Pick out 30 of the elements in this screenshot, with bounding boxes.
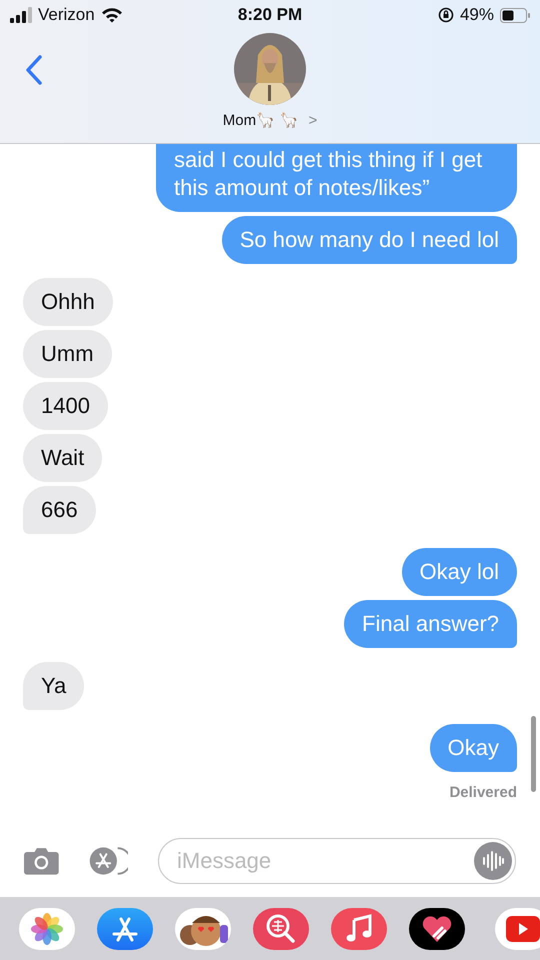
music-app-icon[interactable] xyxy=(331,908,387,950)
back-icon[interactable] xyxy=(24,54,44,86)
rotation-lock-icon xyxy=(438,7,454,23)
signal-icon xyxy=(10,7,32,23)
audio-waveform-icon[interactable] xyxy=(474,842,512,880)
message-bubble: 666 xyxy=(23,486,96,534)
carrier-name: Verizon xyxy=(38,5,95,25)
photos-app-icon[interactable] xyxy=(19,908,75,950)
message-bubble: Ohhh xyxy=(23,278,113,326)
appstore-app-icon[interactable] xyxy=(97,908,153,950)
message-bubble: said I could get this thing if I get this amount of notes/likes” xyxy=(156,142,517,212)
message-bubble: Wait xyxy=(23,434,102,482)
heart-app-icon[interactable] xyxy=(409,908,465,950)
message-bubble: Okay lol xyxy=(402,548,517,596)
message-input-field[interactable]: iMessage xyxy=(158,838,516,884)
message-bubble: 1400 xyxy=(23,382,108,430)
battery-percent: 49% xyxy=(460,5,494,25)
status-time: 8:20 PM xyxy=(238,5,302,25)
battery-icon xyxy=(500,8,530,22)
message-bubble: Umm xyxy=(23,330,112,378)
wifi-icon xyxy=(100,7,123,23)
contact-name-button[interactable]: Mom🦙 🦙 > xyxy=(222,111,318,129)
youtube-app-icon[interactable] xyxy=(495,908,540,950)
delivered-status: Delivered xyxy=(449,784,517,801)
search-app-icon[interactable] xyxy=(253,908,309,950)
memoji-app-icon[interactable] xyxy=(175,908,231,950)
message-bubble: Okay xyxy=(430,724,517,772)
message-bubble: Ya xyxy=(23,662,84,710)
message-bubble: So how many do I need lol xyxy=(222,216,517,264)
message-bubble: Final answer? xyxy=(344,600,517,648)
